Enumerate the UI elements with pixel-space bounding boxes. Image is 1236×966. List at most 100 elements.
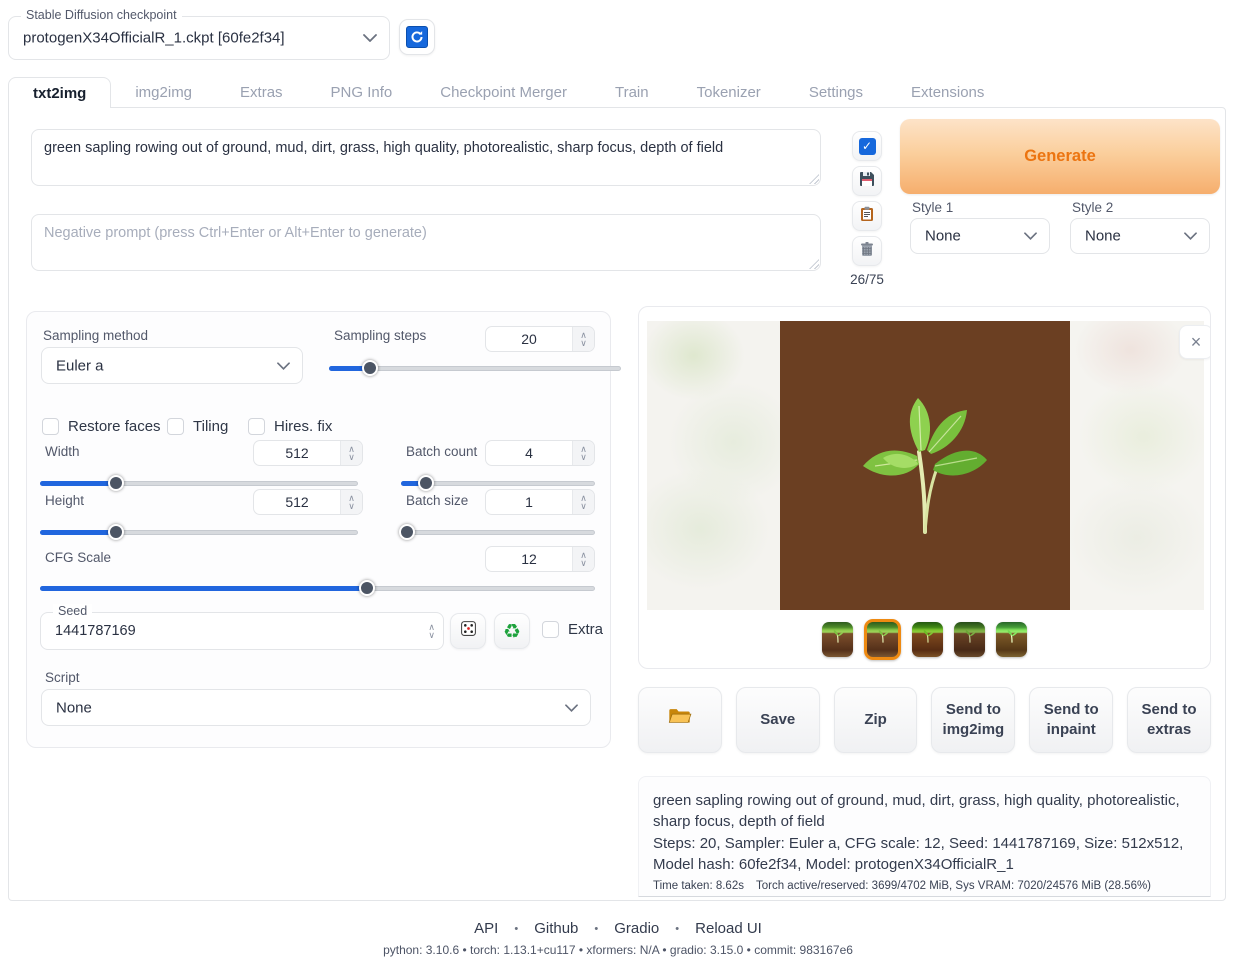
trash-icon [859, 241, 875, 262]
style2-label: Style 2 [1072, 200, 1113, 215]
open-folder-button[interactable] [638, 687, 722, 753]
restore-faces-checkbox[interactable]: Restore faces [42, 418, 161, 435]
sampling-method-label: Sampling method [43, 328, 148, 343]
sampling-steps-value: 20 [486, 327, 572, 351]
result-gallery: × [638, 306, 1211, 669]
footer-link-github[interactable]: Github [534, 920, 578, 937]
tab-extras[interactable]: Extras [216, 77, 307, 108]
prompt-input[interactable]: green sapling rowing out of ground, mud,… [31, 129, 821, 186]
folder-icon [668, 707, 692, 732]
width-label: Width [45, 444, 80, 459]
paste-params-button[interactable]: ✓ [852, 131, 882, 161]
clear-prompt-button[interactable] [852, 236, 882, 266]
tab-extensions[interactable]: Extensions [887, 77, 1008, 108]
save-style-button[interactable] [852, 166, 882, 196]
refresh-icon [406, 26, 428, 48]
batch-size-input[interactable]: 1 ∧∨ [485, 489, 595, 515]
tab-train[interactable]: Train [591, 77, 673, 108]
hires-fix-checkbox[interactable]: Hires. fix [248, 418, 332, 435]
batch-count-label: Batch count [406, 444, 477, 459]
restore-faces-label: Restore faces [68, 418, 161, 435]
width-value: 512 [254, 441, 340, 465]
token-counter: 26/75 [845, 272, 889, 287]
stepper-icon[interactable]: ∧∨ [572, 490, 594, 514]
negative-prompt-input[interactable] [31, 214, 821, 271]
tab-png-info[interactable]: PNG Info [307, 77, 417, 108]
sapling-plant-illustration [850, 390, 1000, 540]
checkpoint-dropdown[interactable]: Stable Diffusion checkpoint protogenX34O… [8, 16, 390, 60]
save-button[interactable]: Save [736, 687, 820, 753]
vram-stats-text: Torch active/reserved: 3699/4702 MiB, Sy… [756, 880, 1151, 892]
blue-check-icon: ✓ [859, 138, 876, 155]
tab-settings[interactable]: Settings [785, 77, 887, 108]
txt2img-panel: green sapling rowing out of ground, mud,… [8, 107, 1226, 901]
bullet-separator: • [514, 923, 518, 935]
footer-link-api[interactable]: API [474, 920, 498, 937]
style1-dropdown[interactable]: None [910, 218, 1050, 254]
refresh-checkpoint-button[interactable] [399, 19, 435, 55]
cfg-scale-input[interactable]: 12 ∧∨ [485, 546, 595, 572]
thumbnail-2-selected[interactable] [864, 619, 901, 660]
output-stats-row: Time taken: 8.62s Torch active/reserved:… [653, 880, 1196, 892]
stepper-icon[interactable]: ∧∨ [428, 623, 435, 639]
bullet-separator: • [594, 923, 598, 935]
gallery-actions: Save Zip Send to img2img Send to inpaint… [638, 687, 1211, 753]
hires-fix-label: Hires. fix [274, 418, 332, 435]
generate-button[interactable]: Generate [900, 119, 1220, 194]
stepper-icon[interactable]: ∧∨ [572, 327, 594, 351]
tab-txt2img[interactable]: txt2img [8, 77, 111, 108]
send-to-inpaint-button[interactable]: Send to inpaint [1029, 687, 1113, 753]
script-dropdown[interactable]: None [41, 689, 591, 726]
zip-button[interactable]: Zip [834, 687, 918, 753]
tab-img2img[interactable]: img2img [111, 77, 216, 108]
tab-checkpoint-merger[interactable]: Checkpoint Merger [416, 77, 591, 108]
chevron-down-icon [363, 29, 377, 47]
sampling-steps-input[interactable]: 20 ∧∨ [485, 326, 595, 352]
checkbox-icon [542, 621, 559, 638]
gallery-blur-right [1070, 321, 1204, 610]
thumbnail-5[interactable] [996, 622, 1027, 657]
clipboard-icon [859, 206, 875, 227]
stepper-icon[interactable]: ∧∨ [340, 490, 362, 514]
cfg-scale-slider[interactable] [40, 580, 595, 596]
batch-size-slider[interactable] [401, 524, 595, 540]
footer-link-gradio[interactable]: Gradio [614, 920, 659, 937]
close-gallery-button[interactable]: × [1179, 325, 1211, 359]
random-seed-button[interactable] [450, 613, 486, 649]
tiling-label: Tiling [193, 418, 228, 435]
style2-dropdown[interactable]: None [1070, 218, 1210, 254]
stepper-icon[interactable]: ∧∨ [572, 441, 594, 465]
seed-label: Seed [53, 604, 92, 618]
checkbox-icon [248, 418, 265, 435]
settings-panel: Sampling method Euler a Sampling steps 2… [26, 311, 611, 748]
thumbnail-3[interactable] [912, 622, 943, 657]
prompt-wrap: green sapling rowing out of ground, mud,… [31, 129, 821, 186]
tiling-checkbox[interactable]: Tiling [167, 418, 228, 435]
footer-link-reload-ui[interactable]: Reload UI [695, 920, 762, 937]
seed-input[interactable]: Seed 1441787169 ∧∨ [40, 612, 444, 650]
chevron-down-icon [1024, 227, 1037, 245]
stepper-icon[interactable]: ∧∨ [340, 441, 362, 465]
footer-links: API • Github • Gradio • Reload UI [0, 920, 1236, 937]
sampling-steps-slider[interactable] [329, 360, 621, 376]
stepper-icon[interactable]: ∧∨ [572, 547, 594, 571]
sampling-method-dropdown[interactable]: Euler a [41, 347, 303, 384]
height-input[interactable]: 512 ∧∨ [253, 489, 363, 515]
send-to-extras-button[interactable]: Send to extras [1127, 687, 1211, 753]
reuse-seed-button[interactable]: ♻ [494, 613, 530, 649]
negative-prompt-wrap [31, 214, 821, 271]
apply-style-button[interactable] [852, 201, 882, 231]
send-to-img2img-button[interactable]: Send to img2img [931, 687, 1015, 753]
thumbnail-1[interactable] [822, 622, 853, 657]
height-slider[interactable] [40, 524, 358, 540]
output-prompt-text: green sapling rowing out of ground, mud,… [653, 790, 1196, 833]
batch-count-input[interactable]: 4 ∧∨ [485, 440, 595, 466]
tab-tokenizer[interactable]: Tokenizer [673, 77, 785, 108]
seed-extra-checkbox[interactable]: Extra [542, 621, 603, 638]
seed-extra-label: Extra [568, 621, 603, 638]
generated-image[interactable] [780, 321, 1070, 610]
seed-value: 1441787169 [55, 623, 136, 639]
width-input[interactable]: 512 ∧∨ [253, 440, 363, 466]
style1-label: Style 1 [912, 200, 953, 215]
thumbnail-4[interactable] [954, 622, 985, 657]
